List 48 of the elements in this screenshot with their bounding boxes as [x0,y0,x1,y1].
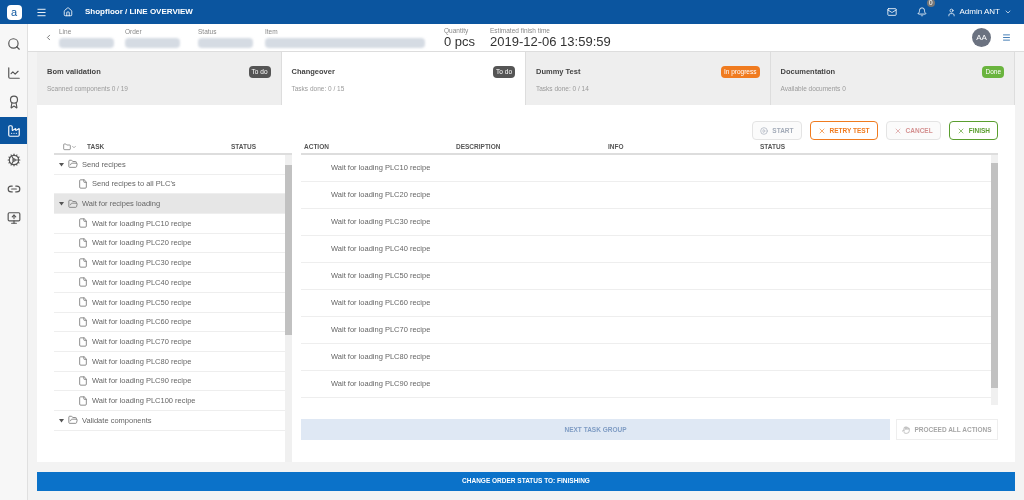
sidebar-item[interactable] [0,117,27,144]
folder-icon [68,198,78,209]
file-icon [78,179,88,190]
blurred-value [59,38,114,49]
blurred-value [198,38,253,49]
scrollbar[interactable] [991,155,998,405]
monitor-icon [6,210,21,225]
menu-icon[interactable] [36,6,47,18]
file-icon [78,297,88,308]
back-icon[interactable] [44,33,53,42]
factory-icon [6,123,21,138]
user-icon [946,7,956,17]
folder-icon [68,159,78,170]
folder-icon[interactable] [63,143,71,151]
close-icon [893,126,902,135]
file-icon [78,356,88,367]
file-icon [78,316,88,327]
bell-icon[interactable] [916,7,927,17]
blurred-value [125,38,180,49]
file-icon [78,336,88,347]
folder-icon [68,415,78,426]
mail-icon[interactable] [886,7,897,17]
gear-icon [6,152,21,167]
scrollbar[interactable] [285,155,292,462]
breadcrumb: Shopfloor / LINE OVERVIEW [85,6,193,18]
home-icon[interactable] [63,7,73,17]
file-icon [78,395,88,406]
field-value: 0 pcs [444,35,477,50]
chevron-icon [1004,8,1012,16]
play-icon [760,126,769,135]
hand-icon [902,425,911,434]
caret-icon[interactable] [59,201,64,207]
close-icon [956,126,965,135]
file-icon [78,375,88,386]
file-icon [78,238,88,249]
menu-icon[interactable] [1002,33,1011,42]
caret-icon[interactable] [59,161,64,167]
file-icon [78,257,88,268]
app-logo[interactable]: a [6,4,22,20]
caret-icon[interactable] [59,417,64,423]
chart-icon [6,65,21,80]
search-icon [6,36,21,51]
file-icon [78,218,88,229]
close-icon [817,126,826,135]
user-avatar[interactable]: AA [972,28,991,47]
field-value: 2019-12-06 13:59:59 [490,35,611,50]
file-icon [78,277,88,288]
user-menu[interactable]: Admin ANT [946,6,1012,18]
